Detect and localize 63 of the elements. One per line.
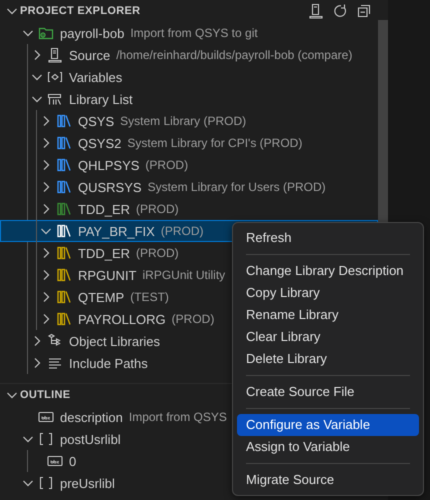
item-label: description xyxy=(60,410,123,424)
item-label: RPGUNIT xyxy=(78,268,136,282)
item-label: Variables xyxy=(69,70,122,84)
item-description: (PROD) xyxy=(145,158,188,172)
menu-item[interactable]: Rename Library xyxy=(237,304,419,326)
tree-item[interactable]: QSYS2 System Library for CPI's (PROD) xyxy=(0,132,378,154)
tree-item[interactable]: payroll-bob Import from QSYS to git xyxy=(0,22,378,44)
item-label: PAYROLLORG xyxy=(78,312,166,326)
item-label: Library List xyxy=(69,92,133,106)
item-label: QHLPSYS xyxy=(78,158,140,172)
item-label: QTEMP xyxy=(78,290,124,304)
menu-item[interactable]: Create Source File xyxy=(237,381,419,403)
menu-item[interactable]: Assign to Variable xyxy=(237,436,419,458)
item-label: TDD_ER xyxy=(78,202,130,216)
text-icon xyxy=(38,409,54,425)
item-label: QUSRSYS xyxy=(78,180,142,194)
tree-item[interactable]: Library List xyxy=(0,88,378,110)
collapse-all-icon[interactable] xyxy=(356,3,372,19)
menu-item[interactable]: Delete Library xyxy=(237,348,419,370)
item-description: /home/reinhard/builds/payroll-bob (compare) xyxy=(116,48,352,62)
item-label: QSYS xyxy=(78,114,114,128)
tree-item[interactable]: QHLPSYS (PROD) xyxy=(0,154,378,176)
array-icon xyxy=(38,475,54,491)
item-description: (PROD) xyxy=(160,224,204,238)
item-description: (PROD) xyxy=(136,202,179,216)
item-label: PAY_BR_FIX xyxy=(78,224,155,238)
menu-item[interactable]: Configure as Variable xyxy=(237,414,419,436)
item-label: QSYS2 xyxy=(78,136,122,150)
server-icon[interactable] xyxy=(308,3,324,19)
menu-item[interactable]: Copy Library xyxy=(237,282,419,304)
item-description: iRPGUnit Utility xyxy=(142,268,226,282)
refresh-icon[interactable] xyxy=(332,3,348,19)
tree-item[interactable]: Variables xyxy=(0,66,378,88)
item-description: System Library for Users (PROD) xyxy=(148,180,326,194)
item-label: preUsrlibl xyxy=(60,476,115,490)
item-label: Object Libraries xyxy=(69,334,160,348)
panel-title: PROJECT EXPLORER xyxy=(20,5,140,17)
array-icon xyxy=(38,431,54,447)
server-icon xyxy=(47,47,63,63)
brackets-icon xyxy=(47,69,63,85)
item-description: (PROD) xyxy=(172,312,214,326)
item-label: TDD_ER xyxy=(78,246,130,260)
tree-item[interactable]: Source /home/reinhard/builds/payroll-bob (compare) xyxy=(0,44,378,66)
tree-item[interactable]: QSYS System Library (PROD) xyxy=(0,110,378,132)
item-description: System Library (PROD) xyxy=(120,114,246,128)
item-label: Include Paths xyxy=(69,356,148,370)
tree-item[interactable]: TDD_ER (PROD) xyxy=(0,198,378,220)
item-label: payroll-bob xyxy=(60,26,124,40)
menu-item[interactable]: Clear Library xyxy=(237,326,419,348)
item-description: System Library for CPI's (PROD) xyxy=(127,136,302,150)
item-label: postUsrlibl xyxy=(60,432,121,446)
text-icon xyxy=(47,453,63,469)
item-label: 0 xyxy=(69,454,76,468)
item-description: (TEST) xyxy=(130,290,169,304)
folder-icon xyxy=(38,25,54,41)
item-description: Import from QSYS to git xyxy=(130,26,258,40)
panel-title: OUTLINE xyxy=(20,389,70,401)
item-description: (PROD) xyxy=(136,246,179,260)
library-icon xyxy=(47,91,63,107)
menu-item[interactable]: Migrate Source xyxy=(237,469,419,491)
item-description: Import from QSYS xyxy=(128,410,227,424)
item-label: Source xyxy=(69,48,110,62)
tree-item[interactable]: QUSRSYS System Library for Users (PROD) xyxy=(0,176,378,198)
